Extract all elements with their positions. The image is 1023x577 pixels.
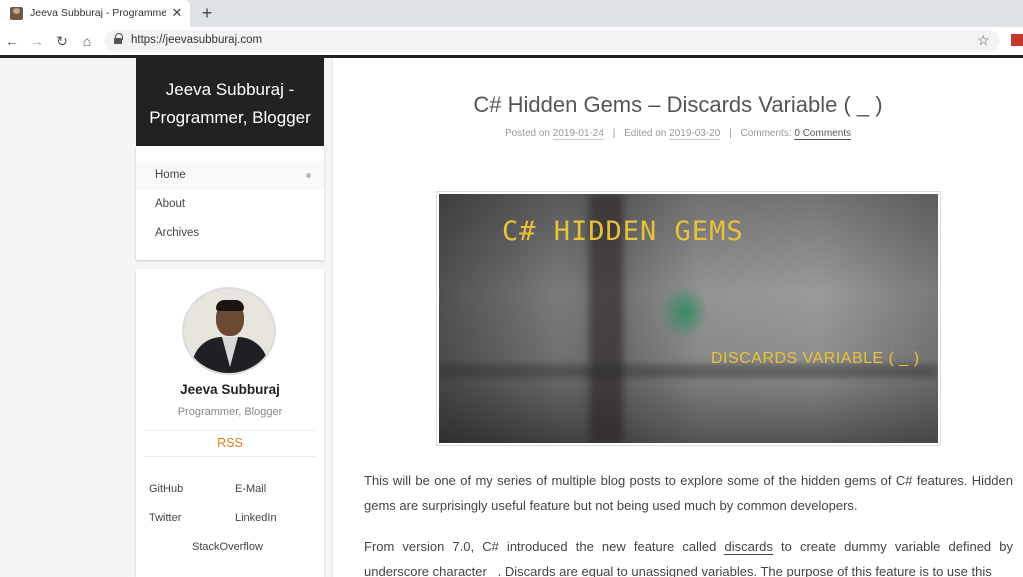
author-card: Jeeva Subburaj Programmer, Blogger RSS G…	[136, 269, 324, 577]
back-icon[interactable]: ←	[4, 33, 20, 49]
site-title-line-1: Jeeva Subburaj -	[165, 80, 295, 99]
edited-date: 2019-03-20	[669, 128, 721, 140]
close-icon[interactable]: ✕	[170, 5, 184, 21]
active-dot-icon	[306, 173, 311, 178]
tab-title: Jeeva Subburaj - Programmer, Bl	[30, 7, 166, 19]
hero-subtitle: DISCARDS VARIABLE ( _ )	[711, 350, 920, 367]
paragraph-2-text-a: From version 7.0, C# introduced the new …	[364, 539, 725, 554]
github-link[interactable]: GitHub	[149, 483, 183, 495]
paragraph-2: From version 7.0, C# introduced the new …	[364, 534, 1013, 577]
url-text: https://jeevasubburaj.com	[131, 34, 263, 46]
hero-image: C# HIDDEN GEMS DISCARDS VARIABLE ( _ )	[436, 191, 941, 446]
stackoverflow-link[interactable]: StackOverflow	[192, 541, 263, 553]
divider	[144, 430, 316, 431]
nav-item-label: Home	[155, 169, 186, 181]
reload-icon[interactable]: ↻	[54, 33, 70, 49]
posted-label: Posted on	[504, 128, 550, 139]
plus-icon[interactable]: +	[198, 3, 216, 23]
star-icon[interactable]: ☆	[977, 32, 990, 49]
site-title[interactable]: Jeeva Subburaj - Programmer, Blogger	[136, 76, 324, 132]
post-body: This will be one of my series of multipl…	[364, 468, 1013, 577]
url-input[interactable]: https://jeevasubburaj.com ☆	[104, 30, 1000, 52]
comments-link[interactable]: 0 Comments	[794, 128, 852, 140]
rss-link[interactable]: RSS	[136, 436, 324, 450]
divider	[144, 456, 316, 457]
nav-menu: Home About Archives	[136, 146, 324, 260]
site-title-line-2: Programmer, Blogger	[149, 108, 311, 127]
meta-separator: |	[612, 128, 616, 139]
twitter-link[interactable]: Twitter	[149, 512, 181, 524]
post-article: C# Hidden Gems – Discards Variable ( _ )…	[333, 58, 1023, 577]
browser-tab[interactable]: Jeeva Subburaj - Programmer, Bl ✕	[0, 0, 190, 27]
nav-item-label: Archives	[155, 227, 200, 239]
nav-item-about[interactable]: About	[136, 190, 324, 219]
nav-item-label: About	[155, 198, 186, 210]
avatar-hair	[216, 300, 244, 311]
meta-separator: |	[729, 128, 732, 139]
comments-label: Comments:	[740, 128, 792, 139]
post-meta: Posted on 2019-01-24 | Edited on 2019-03…	[333, 128, 1023, 140]
discards-link[interactable]: discards	[724, 539, 773, 555]
hero-title: C# HIDDEN GEMS	[502, 216, 744, 247]
lock-icon	[114, 33, 123, 45]
posted-date: 2019-01-24	[552, 128, 604, 140]
nav-item-archives[interactable]: Archives	[136, 219, 324, 248]
post-title[interactable]: C# Hidden Gems – Discards Variable ( _ )	[333, 92, 1023, 118]
edited-label: Edited on	[624, 128, 667, 139]
home-icon[interactable]: ⌂	[79, 33, 95, 49]
nav-item-home[interactable]: Home	[136, 161, 324, 190]
favicon-icon	[10, 7, 23, 20]
forward-icon[interactable]: →	[29, 33, 45, 49]
author-name: Jeeva Subburaj	[180, 382, 280, 397]
author-description: Programmer, Blogger	[177, 406, 283, 418]
avatar	[182, 287, 276, 375]
paragraph-1: This will be one of my series of multipl…	[364, 473, 1013, 513]
email-link[interactable]: E-Mail	[235, 483, 266, 495]
linkedin-link[interactable]: LinkedIn	[235, 512, 277, 524]
tab-bar: Jeeva Subburaj - Programmer, Bl ✕ +	[0, 0, 1023, 27]
site-header: Jeeva Subburaj - Programmer, Blogger	[136, 58, 324, 146]
extension-icon[interactable]	[1011, 34, 1023, 46]
address-toolbar: ← → ↻ ⌂ https://jeevasubburaj.com ☆	[0, 27, 1023, 55]
hero-image-background: C# HIDDEN GEMS DISCARDS VARIABLE ( _ )	[439, 194, 938, 443]
